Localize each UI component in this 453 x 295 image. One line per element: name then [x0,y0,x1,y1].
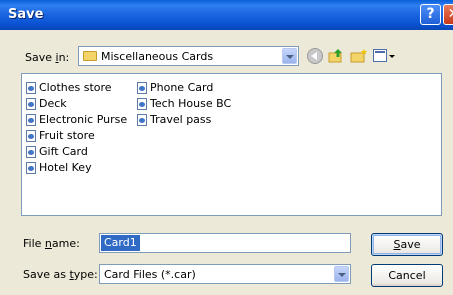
folder-icon [83,51,97,61]
views-dropdown-caret-icon[interactable] [389,55,395,58]
file-icon [26,98,36,110]
file-list[interactable]: Clothes store Deck Electronic Purse Frui… [21,73,442,216]
file-icon [26,114,36,126]
file-icon [26,82,36,94]
file-icon [137,114,147,126]
chevron-down-icon[interactable] [282,48,297,64]
new-folder-icon[interactable] [350,48,367,64]
title-bar[interactable]: Save ? ✕ [0,0,453,30]
file-name-value: Card1 [101,235,140,251]
save-as-type-label: Save as type: [23,268,98,281]
save-in-dropdown[interactable]: Miscellaneous Cards [78,46,299,66]
up-folder-icon[interactable] [328,48,344,64]
file-icon [137,82,147,94]
close-button[interactable]: ✕ [443,4,453,25]
file-icon [26,162,36,174]
save-in-label: Save in: [25,51,70,64]
file-icon [26,130,36,142]
file-icon [26,146,36,158]
save-in-value: Miscellaneous Cards [101,50,214,63]
views-menu-icon[interactable] [373,49,387,62]
back-icon[interactable] [307,48,323,64]
save-button[interactable]: Save [371,233,443,256]
help-button[interactable]: ? [420,4,441,25]
save-as-type-value: Card Files (*.car) [104,268,196,281]
file-name-input[interactable]: Card1 [99,233,351,253]
file-name-label: File name: [23,237,80,250]
save-as-type-dropdown[interactable]: Card Files (*.car) [99,264,351,284]
cancel-button[interactable]: Cancel [371,264,443,287]
window-title: Save [8,7,44,22]
save-dialog: Save ? ✕ Save in: Miscellaneous Cards Cl… [0,0,453,295]
chevron-down-icon[interactable] [334,266,349,282]
file-icon [137,98,147,110]
